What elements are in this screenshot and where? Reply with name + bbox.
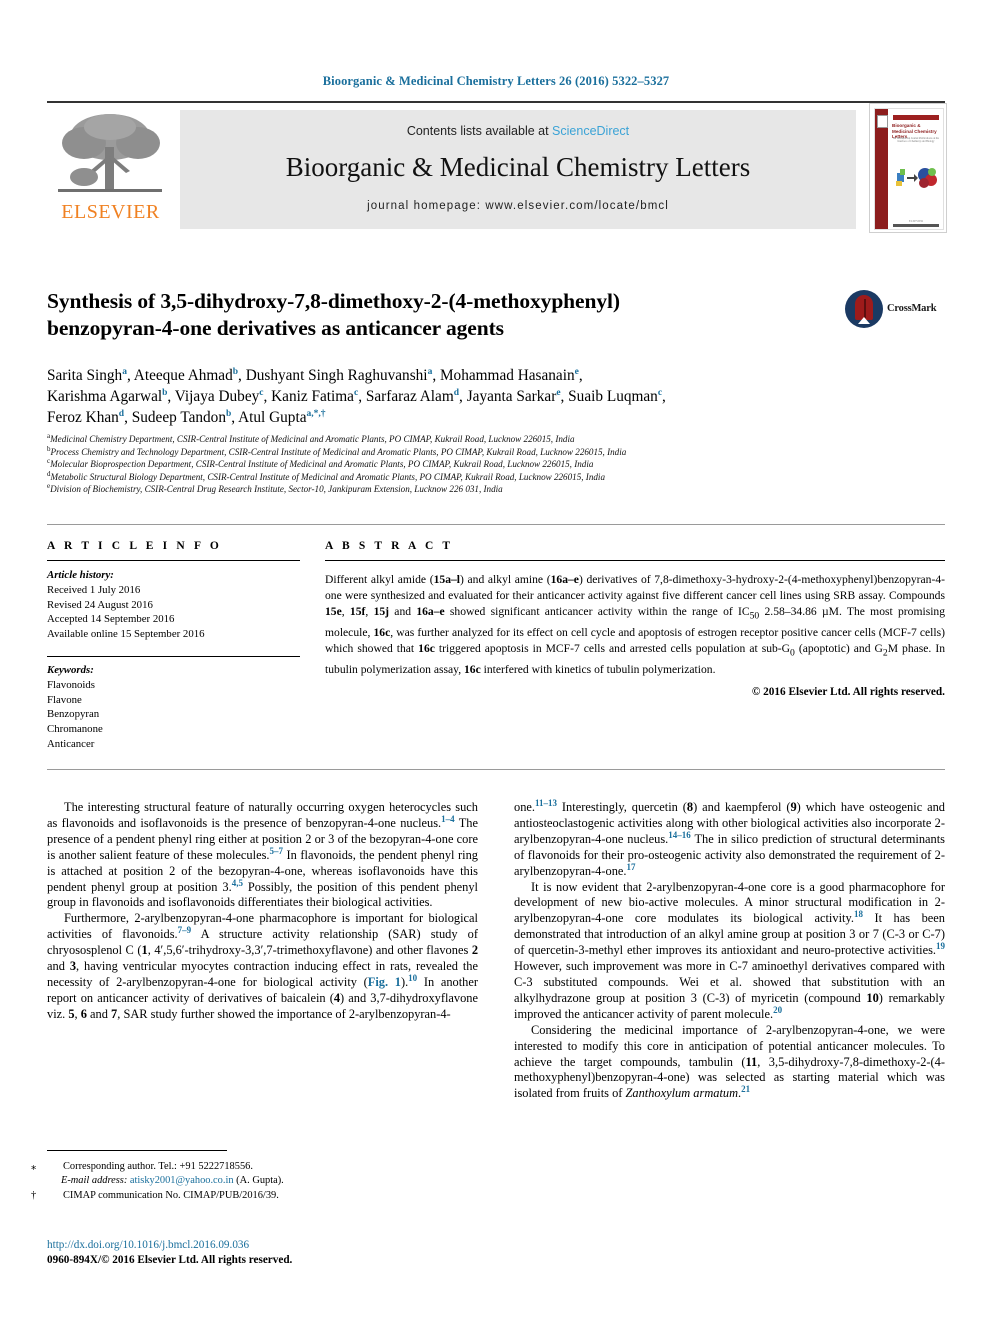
affiliation-item: cMolecular Bioprospection Department, CS…: [47, 457, 594, 470]
cover-bottom-bar: [893, 224, 939, 227]
footnote-corresponding-text: Corresponding author. Tel.: +91 52227185…: [63, 1161, 253, 1172]
crossmark-label: CrossMark: [887, 303, 937, 314]
keyword-item: Flavone: [47, 693, 82, 706]
crossmark-triangle-icon: [858, 317, 870, 324]
elsevier-logo: ELSEVIER: [48, 109, 173, 229]
contents-available-line: Contents lists available at ScienceDirec…: [180, 124, 856, 138]
article-info-column: A R T I C L E I N F O Article history: R…: [47, 540, 300, 752]
abstract-column: A B S T R A C T Different alkyl amide (1…: [325, 540, 945, 698]
footnote-email: E-mail address: atisky2001@yahoo.co.in (…: [47, 1174, 478, 1188]
paper-title-line-2: benzopyran-4-one derivatives as anticanc…: [47, 316, 504, 340]
doi-link[interactable]: http://dx.doi.org/10.1016/j.bmcl.2016.09…: [47, 1238, 478, 1253]
history-item: Received 1 July 2016: [47, 583, 141, 596]
elsevier-tree-icon: [58, 114, 162, 192]
affiliation-item: bProcess Chemistry and Technology Depart…: [47, 444, 627, 457]
affiliation-text: Molecular Bioprospection Department, CSI…: [50, 459, 594, 470]
body-paragraph: Furthermore, 2-arylbenzopyran-4-one phar…: [47, 911, 479, 1021]
journal-cover-thumbnail[interactable]: Bioorganic & Medicinal Chemistry Letters…: [869, 103, 947, 233]
author-line-1: Sarita Singha, Ateeque Ahmadb, Dushyant …: [47, 366, 583, 384]
keywords-title: Keywords:: [47, 663, 94, 676]
sciencedirect-link[interactable]: ScienceDirect: [552, 124, 629, 138]
cover-artwork: [896, 168, 937, 188]
history-item: Revised 24 August 2016: [47, 598, 153, 611]
affiliation-text: Medicinal Chemistry Department, CSIR-Cen…: [50, 434, 575, 444]
cover-spine-badge: [877, 115, 888, 128]
elsevier-wordmark: ELSEVIER: [61, 201, 160, 223]
footnote-dagger: †: [31, 1189, 37, 1201]
crossmark-badge[interactable]: CrossMark: [845, 290, 945, 334]
figure-1-link[interactable]: Fig. 1: [368, 975, 401, 989]
paper-title: Synthesis of 3,5-dihydroxy-7,8-dimethoxy…: [47, 288, 837, 342]
footnote-email-label: E-mail address:: [61, 1175, 128, 1187]
body-paragraph: It is now evident that 2-arylbenzopyran-…: [514, 879, 945, 1021]
keyword-item: Benzopyran: [47, 708, 100, 721]
journal-masthead: ELSEVIER Contents lists available at Sci…: [47, 101, 947, 234]
history-item: Accepted 14 September 2016: [47, 613, 175, 626]
abstract-heading: A B S T R A C T: [325, 540, 454, 552]
body-paragraph: The interesting structural feature of na…: [47, 800, 478, 910]
footnote-cimap: † CIMAP communication No. CIMAP/PUB/2016/…: [31, 1189, 478, 1203]
keyword-item: Chromanone: [47, 723, 103, 736]
history-item: Available online 15 September 2016: [47, 628, 205, 641]
paper-title-line-1: Synthesis of 3,5-dihydroxy-7,8-dimethoxy…: [47, 289, 620, 313]
article-info-rule: [47, 560, 300, 561]
keyword-item: Flavonoids: [47, 678, 95, 691]
body-paragraph: one.11–13 Interestingly, quercetin (8) a…: [514, 797, 946, 878]
journal-homepage-link[interactable]: journal homepage: www.elsevier.com/locat…: [180, 200, 856, 212]
cover-subtitle: An International Journal Publications on…: [893, 137, 939, 144]
keyword-item: Anticancer: [47, 737, 95, 750]
affiliation-text: Process Chemistry and Technology Departm…: [50, 446, 627, 457]
info-band-top-rule: [47, 524, 945, 525]
footnote-rule: [47, 1150, 227, 1151]
footnote-email-link[interactable]: atisky2001@yahoo.co.in: [130, 1175, 234, 1186]
article-info-heading: A R T I C L E I N F O: [47, 540, 222, 552]
article-history-title: Article history:: [47, 569, 114, 581]
footnote-corresponding: ⁎ Corresponding author. Tel.: +91 5222718…: [31, 1160, 478, 1174]
masthead-top-rule: [47, 101, 945, 103]
keywords-block: Keywords: Flavonoids Flavone Benzopyran …: [47, 663, 300, 752]
cover-inner: Bioorganic & Medicinal Chemistry Letters…: [874, 108, 944, 230]
masthead-band: Contents lists available at ScienceDirec…: [180, 110, 856, 229]
running-head: Bioorganic & Medicinal Chemistry Letters…: [322, 74, 670, 88]
affiliation-item: eDivision of Biochemistry, CSIR-Central …: [47, 482, 503, 495]
issn-copyright: 0960-894X/© 2016 Elsevier Ltd. All right…: [47, 1254, 293, 1266]
paper-title-block: Synthesis of 3,5-dihydroxy-7,8-dimethoxy…: [47, 288, 837, 342]
abstract-rule: [325, 560, 945, 561]
footnote-cimap-text: CIMAP communication No. CIMAP/PUB/2016/3…: [63, 1189, 279, 1201]
doi-block: http://dx.doi.org/10.1016/j.bmcl.2016.09…: [47, 1238, 478, 1268]
affiliation-item: dMetabolic Structural Biology Department…: [47, 469, 606, 482]
affiliation-item: aMedicinal Chemistry Department, CSIR-Ce…: [47, 431, 575, 444]
author-line-2: Karishma Agarwalb, Vijaya Dubeyc, Kaniz …: [47, 387, 666, 405]
abstract-copyright: © 2016 Elsevier Ltd. All rights reserved…: [751, 685, 945, 698]
body-column-right: one.11–13 Interestingly, quercetin (8) a…: [514, 797, 946, 1102]
info-band-bottom-rule: [47, 769, 945, 770]
affiliation-text: Division of Biochemistry, CSIR-Central D…: [50, 484, 503, 495]
paper-page: Bioorganic & Medicinal Chemistry Letters…: [0, 0, 992, 1323]
journal-title: Bioorganic & Medicinal Chemistry Letters: [285, 152, 751, 182]
keywords-rule: [47, 655, 300, 657]
abstract-text: Different alkyl amide (15a–l) and alkyl …: [325, 573, 946, 676]
author-line-3: Feroz Khand, Sudeep Tandonb, Atul Guptaa…: [47, 408, 326, 426]
contents-prefix: Contents lists available at: [406, 124, 553, 138]
author-list: Sarita Singha, Ateeque Ahmadb, Dushyant …: [47, 365, 937, 428]
cover-top-bar: [893, 115, 939, 120]
footnote-asterisk: ⁎: [31, 1161, 37, 1172]
affiliation-text: Metabolic Structural Biology Department,…: [50, 471, 606, 482]
article-history-block: Article history: Received 1 July 2016 Re…: [47, 568, 300, 642]
body-paragraph: Considering the medicinal importance of …: [514, 1022, 945, 1101]
footnote-block: ⁎ Corresponding author. Tel.: +91 5222718…: [31, 1160, 478, 1203]
affiliation-list: aMedicinal Chemistry Department, CSIR-Ce…: [47, 431, 937, 496]
footnote-email-owner: (A. Gupta).: [236, 1175, 284, 1187]
cover-footer: ELSEVIER: [908, 219, 924, 223]
body-column-left: The interesting structural feature of na…: [47, 800, 478, 1023]
